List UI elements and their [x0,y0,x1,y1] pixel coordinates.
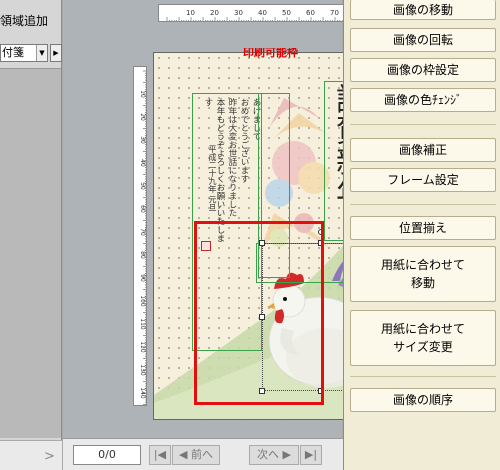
ruler-top-label: 70 [330,9,339,17]
rotate-image-button[interactable]: 画像の回転 [350,28,496,52]
prev-page-button[interactable]: ◀ 前へ [172,445,220,465]
ruler-left-label: 100 [139,295,146,307]
ruler-left-label: 110 [139,318,146,330]
ruler-top-label: 20 [210,9,219,17]
ruler-left-label: 140 [139,387,146,399]
frame-settings-button[interactable]: フレーム設定 [350,168,496,192]
move-image-button[interactable]: 画像の移動 [350,0,496,20]
chevron-down-icon[interactable]: ▼ [36,45,47,61]
next-page-button[interactable]: 次へ ▶ [249,445,299,465]
fit-paper-move-button[interactable]: 用紙に合わせて 移動 [350,246,496,302]
image-frame-settings-button[interactable]: 画像の枠設定 [350,58,496,82]
ruler-left-label: 120 [139,341,146,353]
ruler-top-label: 60 [306,9,315,17]
ruler-left-label: 60 [139,205,146,213]
paper-type-value: 付箋 [2,46,24,59]
arrow-right-icon[interactable]: ▶ [50,44,62,62]
align-position-button[interactable]: 位置揃え [350,216,496,240]
ruler-left: 10 20 30 40 50 60 70 80 90 100 110 120 130 140 [133,66,147,406]
ruler-left-label: 40 [139,159,146,167]
divider [350,204,496,205]
right-panel: 画像の移動 画像の回転 画像の枠設定 画像の色ﾁｪﾝｼﾞ 画像補正 フレーム設定… [343,0,500,470]
ruler-top-label: 10 [186,9,195,17]
ruler-left-label: 90 [139,274,146,282]
ruler-left-label: 20 [139,113,146,121]
ruler-left-label: 50 [139,182,146,190]
image-order-button[interactable]: 画像の順序 [350,388,496,412]
last-page-icon[interactable]: ▶| [300,445,322,465]
ruler-left-label: 80 [139,251,146,259]
first-page-icon[interactable]: |◀ [149,445,171,465]
canvas-area[interactable]: 10 20 30 40 50 60 70 80 90 10 20 30 40 50 60 70 80 90 100… [63,0,398,438]
divider [350,124,496,125]
page-counter: 0/0 [73,445,141,465]
image-color-change-button[interactable]: 画像の色ﾁｪﾝｼﾞ [350,88,496,112]
ruler-top-label: 50 [282,9,291,17]
ruler-left-label: 130 [139,364,146,376]
image-correction-button[interactable]: 画像補正 [350,138,496,162]
ruler-top-label: 40 [258,9,267,17]
paper-type-select[interactable]: 付箋 ▼ [0,44,48,62]
ruler-left-label: 30 [139,136,146,144]
ruler-left-label: 10 [139,90,146,98]
left-panel: 領域追加 付箋 ▼ ▶ > [0,0,62,470]
ruler-top-label: 30 [234,9,243,17]
next-icon[interactable]: > [44,449,55,464]
ruler-left-scale: 10 20 30 40 50 60 70 80 90 100 110 120 130 140 [139,70,146,405]
area-add-button[interactable]: 領域追加 [0,12,48,29]
fit-paper-resize-button[interactable]: 用紙に合わせて サイズ変更 [350,310,496,366]
divider [350,376,496,377]
bottom-navigation-bar: 0/0 |◀ ◀ 前へ 次へ ▶ ▶| [63,438,343,470]
ruler-left-label: 70 [139,228,146,236]
selected-image-highlight [194,221,324,405]
printable-area-label: 印刷可能枠 [243,48,298,58]
region-list[interactable] [0,68,61,438]
